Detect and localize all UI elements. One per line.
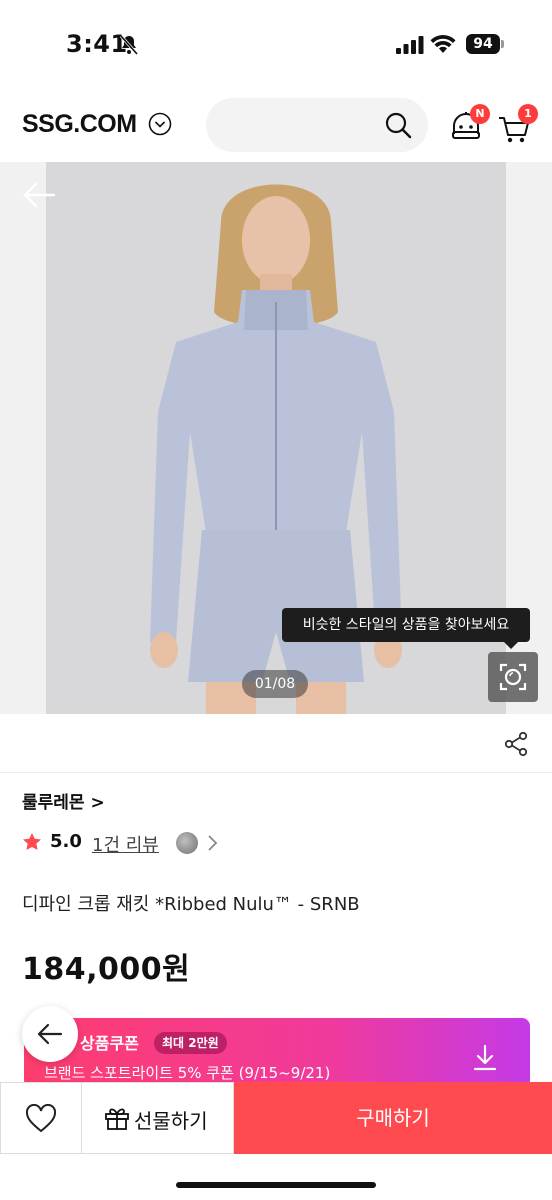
chevron-right-icon[interactable] (206, 833, 220, 853)
star-icon (23, 833, 41, 850)
back-arrow-icon (37, 1023, 63, 1045)
coupon-banner[interactable]: 상품쿠폰 최대 2만원 브랜드 스포트라이트 5% 쿠폰 (9/15~9/21) (24, 1018, 530, 1088)
gift-icon (105, 1108, 129, 1130)
gallery-back-arrow-icon[interactable] (22, 180, 56, 210)
similar-style-tooltip: 비슷한 스타일의 상품을 찾아보세요 (282, 608, 530, 642)
heart-icon (25, 1104, 57, 1133)
status-bar: 3:41 94 (0, 0, 552, 88)
rating-row: 5.0 1건 리뷰 (22, 828, 542, 858)
product-image-gallery[interactable]: 비슷한 스타일의 상품을 찾아보세요 01/08 (0, 162, 552, 714)
like-button[interactable] (0, 1082, 82, 1154)
battery-level: 94 (466, 34, 500, 54)
rating-value: 5.0 (50, 831, 82, 852)
coupon-max-chip: 최대 2만원 (154, 1032, 227, 1054)
section-divider (0, 772, 552, 773)
battery-tip (501, 40, 504, 48)
ssg-logo[interactable]: SSG.COM (22, 110, 137, 139)
app-header: SSG.COM N 1 (0, 88, 552, 162)
battery-indicator: 94 (466, 34, 504, 54)
share-icon[interactable] (502, 730, 530, 758)
notification-badge: N (470, 104, 490, 124)
review-count-link[interactable]: 1건 리뷰 (92, 831, 159, 857)
buy-button[interactable]: 구매하기 (234, 1082, 552, 1154)
brand-link[interactable]: 룰루레몬 > (22, 788, 105, 813)
coupon-description: 브랜드 스포트라이트 5% 쿠폰 (9/15~9/21) (44, 1064, 331, 1082)
gallery-page-indicator: 01/08 (242, 670, 308, 698)
product-name: 디파인 크롭 재킷 *Ribbed Nulu™ - SRNB (22, 894, 360, 915)
camera-lens-icon (499, 663, 527, 691)
bottom-action-bar: 선물하기 구매하기 (0, 1082, 552, 1200)
cart-badge: 1 (518, 104, 538, 124)
gift-button[interactable]: 선물하기 (82, 1082, 234, 1154)
search-icon[interactable] (384, 111, 412, 139)
reviewer-photo-thumbnail[interactable] (176, 832, 198, 854)
home-indicator (176, 1182, 376, 1188)
product-price: 184,000원 (22, 952, 191, 987)
floating-back-button[interactable] (22, 1006, 78, 1062)
tooltip-tail (504, 642, 518, 649)
download-icon[interactable] (472, 1044, 498, 1072)
cart-button[interactable]: 1 (496, 104, 540, 144)
signal-icon (396, 36, 424, 54)
gift-label: 선물하기 (134, 1109, 208, 1133)
coupon-title: 상품쿠폰 (80, 1034, 139, 1053)
bell-off-icon (119, 35, 139, 55)
image-search-button[interactable] (488, 652, 538, 702)
notification-button[interactable]: N (448, 104, 490, 144)
chevron-down-circle-icon[interactable] (148, 112, 172, 136)
search-input[interactable] (206, 98, 428, 152)
wifi-icon (430, 35, 456, 53)
